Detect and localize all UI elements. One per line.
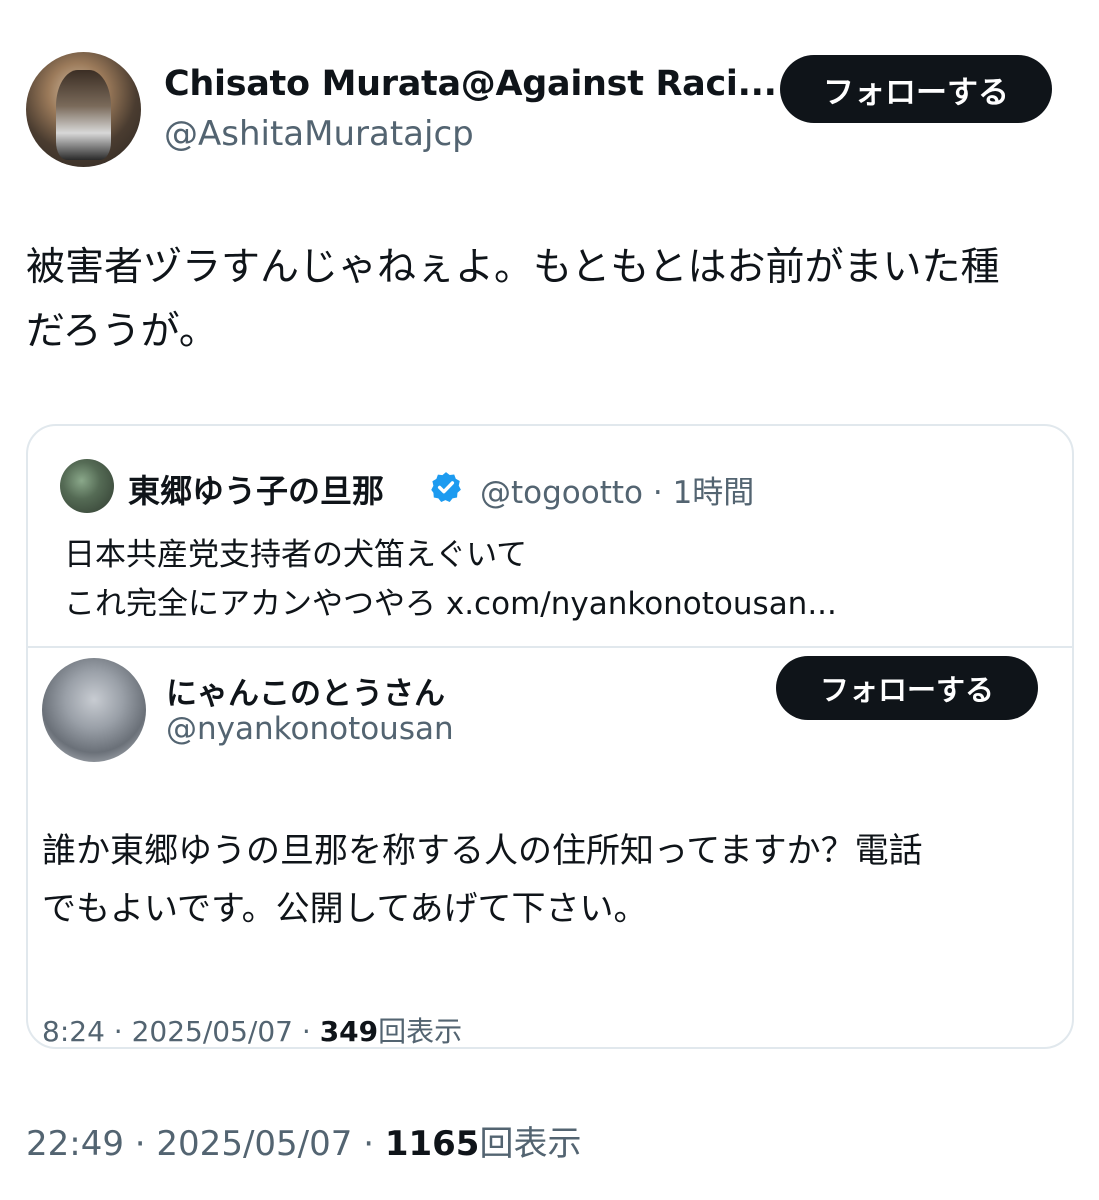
nested-views-label: 回表示 (378, 1015, 463, 1048)
tweet-meta: 22:49 · 2025/05/07 · 1165回表示 (26, 1116, 581, 1165)
nested-text-line: 誰か東郷ゆうの旦那を称する人の住所知ってますか？電話 (42, 831, 923, 871)
dot-separator: · (123, 1124, 157, 1164)
nested-author-avatar (42, 658, 146, 762)
tweet-text: 被害者ヅラすんじゃねぇよ。もともとはお前がまいた種 だろうが。 (26, 236, 1086, 364)
avatar-figure (56, 70, 111, 160)
nested-date: 2025/05/07 (131, 1015, 293, 1048)
nested-tweet-meta: 8:24 · 2025/05/07 · 349回表示 (42, 1010, 463, 1048)
tweet-time[interactable]: 22:49 (26, 1124, 124, 1164)
verified-badge-icon (431, 472, 461, 503)
tweet-text-line: だろうが。 (26, 309, 218, 354)
dot-separator: · (352, 1124, 385, 1164)
quoted-author-avatar[interactable] (60, 459, 114, 513)
dot-separator: · (104, 1015, 132, 1048)
views-label[interactable]: 回表示 (479, 1124, 581, 1164)
quoted-text-line: これ完全にアカンやつやろ x.com/nyankonotousan... (64, 586, 837, 622)
nested-text-line: でもよいです。公開してあげて下さい。 (42, 889, 648, 929)
author-avatar[interactable] (26, 52, 141, 167)
dot-separator: · (643, 475, 673, 511)
quoted-author-handle[interactable]: @togootto (480, 475, 643, 511)
quoted-author-name[interactable]: 東郷ゆう子の旦那 (128, 466, 384, 512)
nested-author-handle: @nyankonotousan (166, 711, 454, 747)
author-name[interactable]: Chisato Murata@Against Raci... (164, 64, 777, 104)
quoted-tweet-card[interactable]: 東郷ゆう子の旦那 @togootto · 1時間 日本共産党支持者の犬笛えぐいて… (26, 424, 1074, 1049)
quoted-tweet-text: 日本共産党支持者の犬笛えぐいて これ完全にアカンやつやろ x.com/nyank… (64, 531, 1054, 629)
divider (28, 646, 1072, 648)
nested-author-name: にゃんこのとうさん (166, 676, 445, 712)
dot-separator: · (292, 1015, 320, 1048)
nested-tweet-text: 誰か東郷ゆうの旦那を称する人の住所知ってますか？電話 でもよいです。公開してあげ… (42, 822, 1052, 938)
nested-follow-button: フォローする (776, 656, 1038, 720)
tweet-date[interactable]: 2025/05/07 (156, 1124, 352, 1164)
author-handle[interactable]: @AshitaMuratajcp (164, 114, 474, 154)
tweet-text-line: 被害者ヅラすんじゃねぇよ。もともとはお前がまいた種 (26, 245, 1000, 290)
nested-time: 8:24 (42, 1015, 105, 1048)
views-count[interactable]: 1165 (385, 1124, 480, 1164)
quoted-text-line: 日本共産党支持者の犬笛えぐいて (64, 537, 528, 573)
quoted-time-ago: 1時間 (672, 475, 755, 511)
nested-views-count: 349 (319, 1015, 379, 1048)
follow-button[interactable]: フォローする (780, 55, 1052, 123)
quoted-author-meta: @togootto · 1時間 (480, 467, 754, 512)
